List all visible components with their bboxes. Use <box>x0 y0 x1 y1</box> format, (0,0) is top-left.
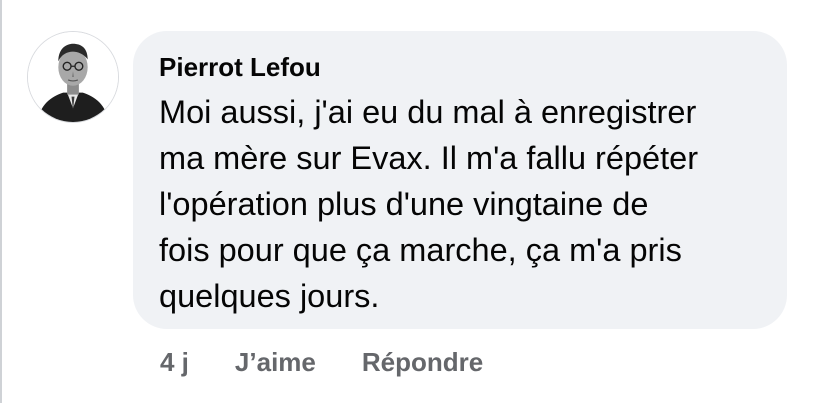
like-button[interactable]: J’aime <box>235 347 316 378</box>
reply-button[interactable]: Répondre <box>362 347 483 378</box>
comment-text: Moi aussi, j'ai eu du mal à enregistrer … <box>159 94 699 314</box>
comment-page: Pierrot Lefou Moi aussi, j'ai eu du mal … <box>0 0 814 403</box>
comment-actions: 4 j J’aime Répondre <box>160 344 483 380</box>
divider <box>0 0 2 403</box>
avatar[interactable] <box>27 31 119 123</box>
profile-photo-icon <box>28 32 118 122</box>
comment-timestamp[interactable]: 4 j <box>160 347 189 378</box>
comment-author[interactable]: Pierrot Lefou <box>159 51 763 83</box>
comment-bubble: Pierrot Lefou Moi aussi, j'ai eu du mal … <box>133 31 787 329</box>
